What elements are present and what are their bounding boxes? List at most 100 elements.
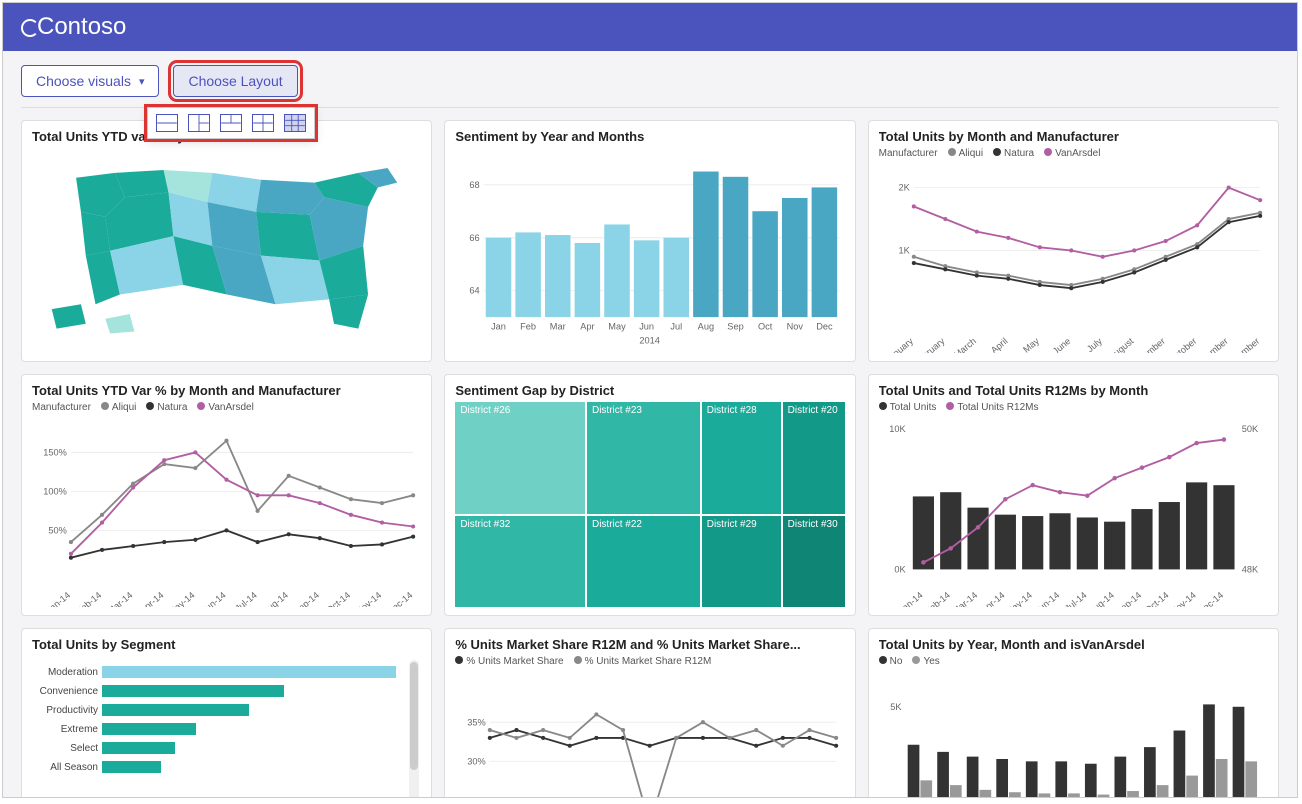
hbar-label: Select xyxy=(32,743,102,754)
svg-text:2K: 2K xyxy=(898,183,910,193)
svg-text:Oct: Oct xyxy=(758,321,773,331)
hbar-row[interactable]: All Season xyxy=(32,758,421,776)
hbar-row[interactable]: Convenience xyxy=(32,682,421,700)
card-sentiment-year-months[interactable]: Sentiment by Year and Months 646668JanFe… xyxy=(444,120,855,362)
toolbar: Choose visuals ▾ Choose Layout xyxy=(3,51,1297,107)
card-title: Total Units by Year, Month and isVanArsd… xyxy=(879,637,1268,652)
chart-legend: Total Units Total Units R12Ms xyxy=(879,402,1268,413)
svg-text:Sep-14: Sep-14 xyxy=(1114,590,1143,607)
card-total-units-segment[interactable]: Total Units by Segment ModerationConveni… xyxy=(21,628,432,797)
hbar-row[interactable]: Extreme xyxy=(32,720,421,738)
card-total-units-r12ms-month[interactable]: Total Units and Total Units R12Ms by Mon… xyxy=(868,374,1279,616)
hbar-row[interactable]: Select xyxy=(32,739,421,757)
card-title: Total Units YTD Var % by Month and Manuf… xyxy=(32,383,421,398)
svg-text:Jun: Jun xyxy=(640,321,655,331)
hbar-chart: Moderation Convenience Productivity Extreme… xyxy=(32,656,421,797)
brand-logo: Contoso xyxy=(21,13,126,41)
card-total-units-ytd-var-state[interactable]: Total Units YTD var % by State xyxy=(21,120,432,362)
svg-text:Jun-14: Jun-14 xyxy=(200,590,228,607)
svg-text:Feb: Feb xyxy=(521,321,537,331)
choose-visuals-button[interactable]: Choose visuals ▾ xyxy=(21,65,159,97)
treemap-cell[interactable]: District #22 xyxy=(587,516,700,607)
svg-text:Aug: Aug xyxy=(698,321,714,331)
layout-option-3x3[interactable] xyxy=(284,114,306,132)
treemap-cell[interactable]: District #20 xyxy=(783,402,845,514)
card-sentiment-gap-district[interactable]: Sentiment Gap by District District #26Di… xyxy=(444,374,855,616)
treemap-cell[interactable]: District #32 xyxy=(455,516,585,607)
svg-text:68: 68 xyxy=(470,180,480,190)
svg-text:Oct-14: Oct-14 xyxy=(1143,590,1171,607)
svg-text:150%: 150% xyxy=(43,448,67,458)
svg-text:Jan-14: Jan-14 xyxy=(44,590,72,607)
line-chart: 25%30%35% xyxy=(455,669,844,797)
hbar-label: Moderation xyxy=(32,667,102,678)
bar-chart: 646668JanFebMarAprMayJunJulAugSepOctNovD… xyxy=(455,148,844,353)
svg-text:August: August xyxy=(1107,336,1136,353)
chart-legend: Manufacturer Aliqui Natura VanArsdel xyxy=(32,402,421,413)
treemap-cell[interactable]: District #30 xyxy=(783,516,845,607)
card-title: Sentiment Gap by District xyxy=(455,383,844,398)
svg-text:2014: 2014 xyxy=(640,336,661,346)
svg-text:May: May xyxy=(1021,336,1041,353)
svg-text:Mar-14: Mar-14 xyxy=(950,590,979,607)
card-total-units-ytd-var-month-manufacturer[interactable]: Total Units YTD Var % by Month and Manuf… xyxy=(21,374,432,616)
hbar-row[interactable]: Productivity xyxy=(32,701,421,719)
combo-chart: 0K10K48K50KJan-14Feb-14Mar-14Apr-14May-1… xyxy=(879,415,1268,607)
svg-text:Apr-14: Apr-14 xyxy=(979,590,1007,607)
treemap-cell[interactable]: District #26 xyxy=(455,402,585,514)
svg-text:0K: 0K xyxy=(894,564,906,574)
svg-text:5K: 5K xyxy=(890,702,902,712)
svg-text:Mar: Mar xyxy=(550,321,566,331)
treemap-cell[interactable]: District #28 xyxy=(702,402,781,514)
layout-option-2-1[interactable] xyxy=(220,114,242,132)
svg-text:Dec: Dec xyxy=(817,321,834,331)
treemap: District #26District #23District #28Dist… xyxy=(455,402,844,607)
svg-text:Mar-14: Mar-14 xyxy=(106,590,135,607)
svg-text:30%: 30% xyxy=(468,756,486,766)
treemap-cell[interactable]: District #29 xyxy=(702,516,781,607)
card-title: Sentiment by Year and Months xyxy=(455,129,844,144)
line-chart: 1K2KJanuaryFebruaryMarchAprilMayJuneJuly… xyxy=(879,161,1268,353)
svg-text:66: 66 xyxy=(470,233,480,243)
svg-text:Feb-14: Feb-14 xyxy=(75,590,104,607)
card-title: % Units Market Share R12M and % Units Ma… xyxy=(455,637,844,652)
chevron-down-icon: ▾ xyxy=(139,75,145,88)
treemap-cell[interactable]: District #23 xyxy=(587,402,700,514)
chart-legend: No Yes xyxy=(879,656,1268,667)
card-title: Total Units and Total Units R12Ms by Mon… xyxy=(879,383,1268,398)
layout-popup xyxy=(147,107,315,139)
svg-text:Nov-14: Nov-14 xyxy=(354,590,383,607)
line-chart: 50%100%150%Jan-14Feb-14Mar-14Apr-14May-1… xyxy=(32,415,421,607)
svg-text:64: 64 xyxy=(470,286,480,296)
grouped-bar-chart: 0K5KJanFebMarAprMayJunJulAugSepOctNovDec xyxy=(879,669,1268,797)
card-total-units-month-manufacturer[interactable]: Total Units by Month and Manufacturer Ma… xyxy=(868,120,1279,362)
svg-text:Jan-14: Jan-14 xyxy=(896,590,924,607)
hbar-label: Productivity xyxy=(32,705,102,716)
svg-text:Sep: Sep xyxy=(728,321,744,331)
us-map xyxy=(32,148,421,353)
hbar-label: Extreme xyxy=(32,724,102,735)
svg-text:June: June xyxy=(1050,336,1072,353)
layout-option-1-2[interactable] xyxy=(188,114,210,132)
svg-text:Aug-14: Aug-14 xyxy=(1086,590,1115,607)
svg-text:May: May xyxy=(609,321,627,331)
app-header: Contoso xyxy=(3,3,1297,51)
svg-text:March: March xyxy=(952,336,978,353)
hbar-row[interactable]: Moderation xyxy=(32,663,421,681)
svg-text:100%: 100% xyxy=(43,486,67,496)
svg-text:50K: 50K xyxy=(1241,424,1258,434)
chart-legend: Manufacturer Aliqui Natura VanArsdel xyxy=(879,148,1268,159)
card-market-share-r12m[interactable]: % Units Market Share R12M and % Units Ma… xyxy=(444,628,855,797)
choose-layout-button[interactable]: Choose Layout xyxy=(173,65,297,97)
hbar-label: Convenience xyxy=(32,686,102,697)
layout-option-2x2[interactable] xyxy=(252,114,274,132)
svg-text:Sep-14: Sep-14 xyxy=(292,590,321,607)
layout-option-2row[interactable] xyxy=(156,114,178,132)
svg-text:10K: 10K xyxy=(889,424,906,434)
svg-text:April: April xyxy=(989,336,1010,353)
svg-text:Apr-14: Apr-14 xyxy=(138,590,166,607)
svg-text:February: February xyxy=(912,336,947,353)
scrollbar[interactable] xyxy=(409,660,419,797)
card-total-units-year-month-isvanarsdel[interactable]: Total Units by Year, Month and isVanArsd… xyxy=(868,628,1279,797)
svg-text:25%: 25% xyxy=(468,796,486,797)
